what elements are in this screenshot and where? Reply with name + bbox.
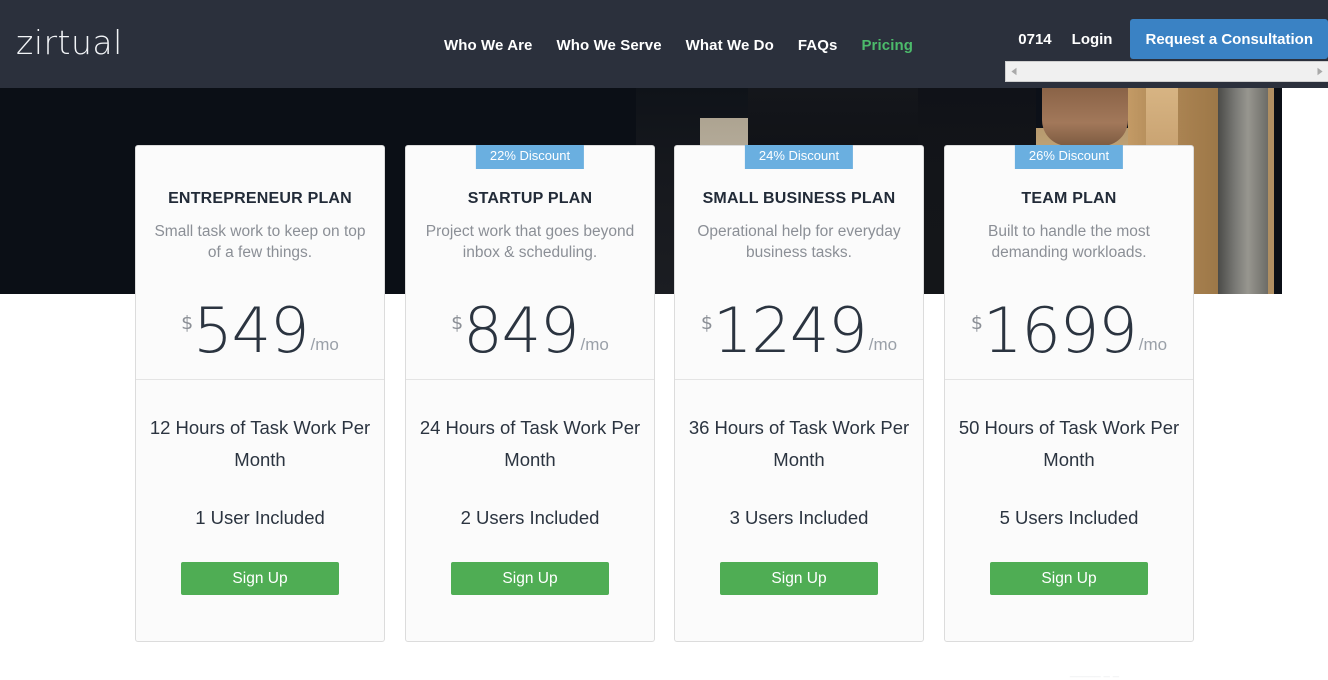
plan-name: STARTUP PLAN [467, 190, 593, 207]
price-period: /mo [310, 334, 339, 354]
scroll-right-arrow-icon[interactable] [1311, 62, 1328, 81]
signup-wrapper: Sign Up [945, 562, 1193, 596]
signup-button[interactable]: Sign Up [720, 562, 878, 596]
currency-symbol: $ [181, 311, 194, 334]
price-period: /mo [1138, 334, 1168, 354]
request-consultation-button[interactable]: Request a Consultation [1130, 19, 1328, 59]
plan-features: 36 Hours of Task Work Per Month 3 Users … [675, 380, 923, 596]
plan-features: 50 Hours of Task Work Per Month 5 Users … [945, 380, 1193, 596]
discount-badge: 26% Discount [1014, 145, 1124, 169]
price-amount: 1249 [712, 293, 868, 367]
footer-ghost-text: _____ _ _ [1070, 666, 1119, 678]
login-link[interactable]: Login [1072, 31, 1131, 48]
currency-symbol: $ [970, 311, 983, 334]
pricing-card-team[interactable]: 26% Discount TEAM PLAN Built to handle t… [944, 145, 1194, 642]
price-amount: 1699 [982, 293, 1138, 367]
feature-hours: 12 Hours of Task Work Per Month [149, 416, 371, 470]
plan-description: Built to handle the most demanding workl… [988, 223, 1150, 261]
currency-symbol: $ [451, 311, 464, 334]
hero-column [1218, 88, 1268, 294]
plan-description: Small task work to keep on top of a few … [154, 223, 366, 261]
price-period: /mo [580, 334, 609, 354]
nav-item-pricing[interactable]: Pricing [861, 37, 913, 54]
card-header: ENTREPRENEUR PLAN Small task work to kee… [136, 146, 384, 264]
price-amount: 849 [463, 293, 579, 367]
discount-badge: 24% Discount [744, 145, 854, 169]
pricing-card-entrepreneur[interactable]: ENTREPRENEUR PLAN Small task work to kee… [135, 145, 385, 642]
plan-price: $ 549 /mo [136, 284, 384, 380]
plan-features: 24 Hours of Task Work Per Month 2 Users … [406, 380, 654, 596]
price-amount: 549 [193, 293, 309, 367]
hero-person-three-arm [1042, 88, 1128, 146]
feature-users: 5 Users Included [999, 507, 1139, 529]
plan-description: Operational help for everyday business t… [697, 223, 901, 261]
currency-symbol: $ [700, 311, 713, 334]
nav-item-faqs[interactable]: FAQs [798, 37, 838, 54]
feature-hours: 50 Hours of Task Work Per Month [958, 416, 1180, 470]
discount-badge: 22% Discount [475, 145, 585, 169]
main-navigation: Who We Are Who We Serve What We Do FAQs … [444, 37, 913, 54]
feature-hours: 36 Hours of Task Work Per Month [688, 416, 910, 470]
feature-users: 3 Users Included [729, 507, 869, 529]
signup-button[interactable]: Sign Up [990, 562, 1148, 596]
plan-description: Project work that goes beyond inbox & sc… [425, 223, 635, 261]
signup-wrapper: Sign Up [675, 562, 923, 596]
header-actions: 0714 Login Request a Consultation [1018, 19, 1328, 59]
feature-users: 2 Users Included [460, 507, 600, 529]
feature-users: 1 User Included [195, 507, 325, 529]
pricing-card-startup[interactable]: 22% Discount STARTUP PLAN Project work t… [405, 145, 655, 642]
nav-item-who-we-are[interactable]: Who We Are [444, 37, 533, 54]
pricing-card-small-business[interactable]: 24% Discount SMALL BUSINESS PLAN Operati… [674, 145, 924, 642]
site-logo[interactable]: zirtual [16, 26, 123, 59]
hero-wood-panel [1146, 88, 1178, 148]
plan-price: $ 1249 /mo [675, 284, 923, 380]
plan-name: SMALL BUSINESS PLAN [702, 190, 896, 207]
horizontal-scrollbar[interactable] [1005, 61, 1328, 82]
feature-hours: 24 Hours of Task Work Per Month [419, 416, 641, 470]
nav-item-who-we-serve[interactable]: Who We Serve [557, 37, 662, 54]
plan-name: TEAM PLAN [1021, 190, 1117, 207]
hero-photo-dark-right [1274, 88, 1282, 294]
pricing-page: ENTREPRENEUR PLAN Small task work to kee… [0, 0, 1328, 680]
plan-features: 12 Hours of Task Work Per Month 1 User I… [136, 380, 384, 596]
signup-button[interactable]: Sign Up [181, 562, 339, 596]
plan-price: $ 849 /mo [406, 284, 654, 380]
scroll-left-arrow-icon[interactable] [1006, 62, 1023, 81]
nav-item-what-we-do[interactable]: What We Do [686, 37, 774, 54]
plan-price: $ 1699 /mo [945, 284, 1193, 380]
plan-name: ENTREPRENEUR PLAN [168, 190, 352, 207]
signup-button[interactable]: Sign Up [451, 562, 609, 596]
signup-wrapper: Sign Up [136, 562, 384, 596]
phone-number[interactable]: 0714 [1018, 31, 1071, 48]
price-period: /mo [868, 334, 898, 354]
signup-wrapper: Sign Up [406, 562, 654, 596]
hero-right-padding [1282, 88, 1328, 294]
